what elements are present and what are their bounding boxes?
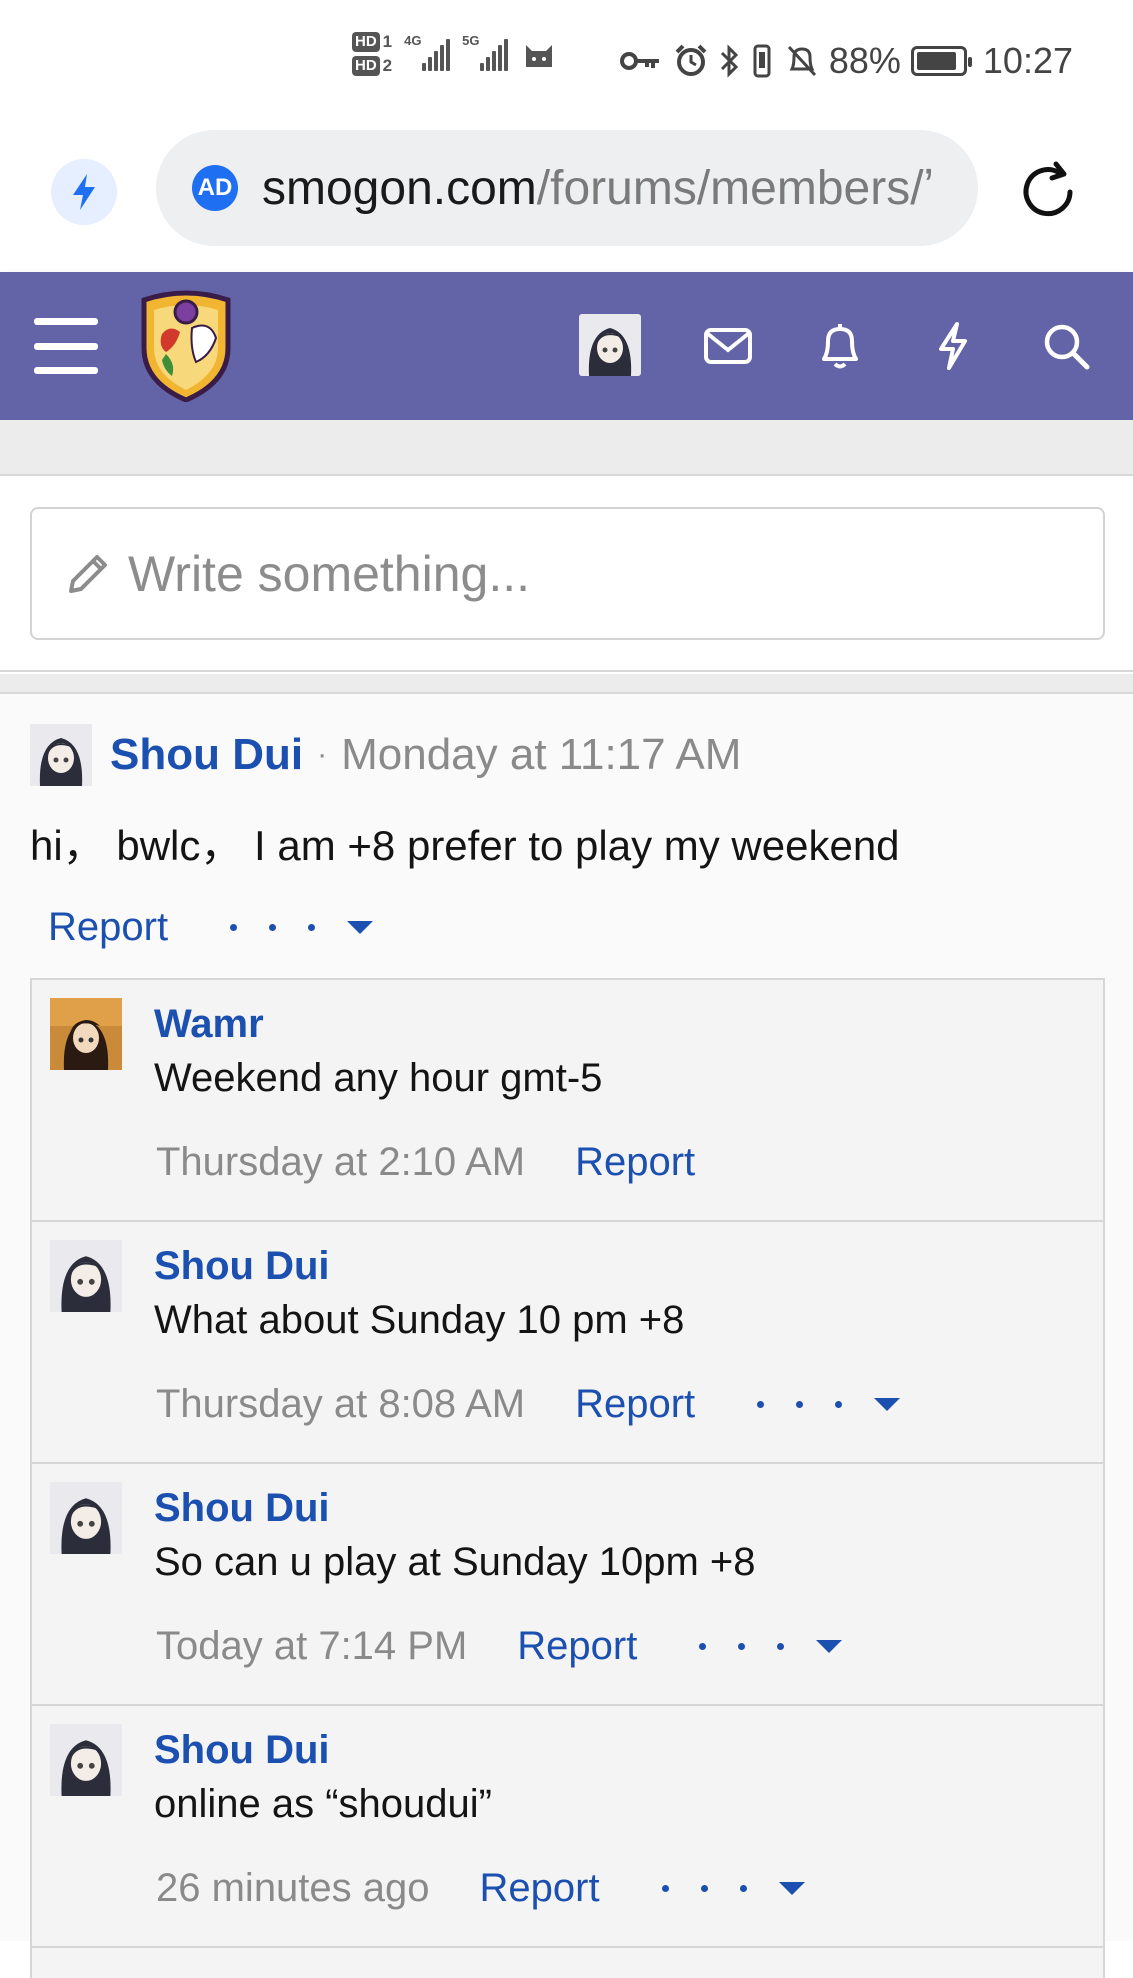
compose-placeholder: Write something... [128, 545, 531, 602]
signal-5g-icon: 5G [462, 33, 509, 71]
hd2-indicator: HD 2 [352, 56, 392, 76]
compose-input[interactable]: Write something... [30, 507, 1105, 640]
comment-meta: 26 minutes ago Report [156, 1860, 805, 1916]
net-label-4g: 4G [404, 33, 422, 48]
post-author[interactable]: Shou Dui [110, 730, 303, 780]
comment-author[interactable]: Shou Dui [154, 1244, 330, 1289]
avatar[interactable] [50, 1240, 122, 1312]
status-left: HD 1 HD 2 4G 5G [352, 32, 556, 76]
browser-toolbar: AD smogon.com/forums/members/ʼ [0, 120, 1133, 272]
report-link[interactable]: Report [480, 1866, 600, 1911]
comment-list: Wamr Weekend any hour gmt-5 Thursday at … [30, 978, 1105, 1978]
comment-time[interactable]: Thursday at 2:10 AM [156, 1140, 525, 1185]
comment-text: online as “shoudui” [154, 1782, 492, 1826]
comment-meta: Thursday at 8:08 AM Report [156, 1376, 901, 1432]
more-options-icon[interactable] [661, 1881, 805, 1895]
report-link[interactable]: Report [575, 1382, 695, 1427]
avatar[interactable] [50, 1482, 122, 1554]
report-link[interactable]: Report [517, 1624, 637, 1669]
bell-icon[interactable] [810, 316, 870, 376]
bell-off-icon [785, 43, 819, 79]
comment-text: Weekend any hour gmt-5 [154, 1056, 603, 1100]
url-text[interactable]: smogon.com/forums/members/ʼ [262, 161, 934, 216]
url-domain: smogon.com [262, 161, 537, 215]
battery-icon [910, 46, 972, 76]
post-header: Shou Dui · Monday at 11:17 AM [30, 724, 741, 786]
report-link[interactable]: Report [575, 1140, 695, 1185]
comment-time[interactable]: Today at 7:14 PM [156, 1624, 467, 1669]
hd1-number: 1 [382, 32, 393, 51]
pencil-icon [62, 548, 114, 600]
comment: Shou Dui So can u play at Sunday 10pm +8… [32, 1464, 1103, 1706]
comment-author[interactable]: Shou Dui [154, 1486, 330, 1531]
search-icon[interactable] [1036, 316, 1096, 376]
bolt-icon[interactable] [923, 316, 983, 376]
status-bar: HD 1 HD 2 4G 5G 88% 10:27 [0, 0, 1133, 120]
section-divider [0, 674, 1133, 694]
meta-separator: · [317, 738, 328, 771]
reload-icon [1023, 161, 1073, 217]
avatar[interactable] [30, 724, 92, 786]
hd2-label: HD [352, 56, 380, 76]
user-avatar[interactable] [579, 314, 641, 376]
vibrate-icon [749, 43, 775, 79]
hd2-number: 2 [382, 56, 393, 75]
comment: Wamr Weekend any hour gmt-5 Thursday at … [32, 980, 1103, 1222]
url-path: /forums/members/ʼ [536, 161, 935, 215]
more-options-icon[interactable] [230, 920, 374, 934]
bolt-icon [73, 174, 95, 210]
site-header [0, 272, 1133, 420]
compose-area: Write something... [0, 476, 1133, 672]
battery-percent: 88% [828, 40, 901, 81]
more-options-icon[interactable] [757, 1397, 901, 1411]
quick-action-button[interactable] [51, 159, 117, 225]
comment-text: So can u play at Sunday 10pm +8 [154, 1540, 756, 1584]
comment-meta: Thursday at 2:10 AM Report [156, 1134, 695, 1190]
hd-indicators: HD 1 HD 2 [352, 32, 392, 76]
comment-author[interactable]: Shou Dui [154, 1728, 330, 1773]
ad-block-icon[interactable]: AD [192, 165, 238, 211]
status-right: 88% 10:27 [619, 40, 1073, 82]
post-body: hi， bwlc， I am +8 prefer to play my week… [30, 822, 900, 869]
post-time[interactable]: Monday at 11:17 AM [341, 730, 741, 780]
comment-meta: Today at 7:14 PM Report [156, 1618, 843, 1674]
comment-time[interactable]: 26 minutes ago [156, 1866, 430, 1911]
clock: 10:27 [982, 40, 1073, 81]
hd1-indicator: HD 1 [352, 32, 392, 52]
smogon-logo[interactable] [136, 290, 236, 403]
reload-button[interactable] [1013, 157, 1083, 227]
cat-icon [522, 37, 556, 71]
profile-post: Shou Dui · Monday at 11:17 AM hi， bwlc， … [0, 694, 1133, 1978]
comment: Shou Dui What about Sunday 10 pm +8 Thur… [32, 1222, 1103, 1464]
signal-4g-icon: 4G [404, 33, 451, 71]
alarm-icon [673, 43, 709, 79]
net-label-5g: 5G [462, 33, 480, 48]
address-bar[interactable]: AD smogon.com/forums/members/ʼ [156, 130, 978, 246]
battery-fill [916, 52, 956, 70]
avatar[interactable] [50, 998, 122, 1070]
comment: Shou Dui online as “shoudui” 26 minutes … [32, 1706, 1103, 1948]
comment-author[interactable]: Wamr [154, 1002, 264, 1047]
bluetooth-icon [719, 43, 739, 79]
mail-icon[interactable] [698, 316, 758, 376]
avatar[interactable] [50, 1724, 122, 1796]
hd1-label: HD [352, 32, 380, 52]
key-icon [619, 46, 663, 76]
header-spacer [0, 420, 1133, 476]
menu-icon[interactable] [34, 318, 98, 374]
comment-text: What about Sunday 10 pm +8 [154, 1298, 685, 1342]
comment-time[interactable]: Thursday at 8:08 AM [156, 1382, 525, 1427]
more-options-icon[interactable] [699, 1639, 843, 1653]
report-link[interactable]: Report [48, 905, 168, 950]
post-actions: Report [48, 899, 374, 955]
